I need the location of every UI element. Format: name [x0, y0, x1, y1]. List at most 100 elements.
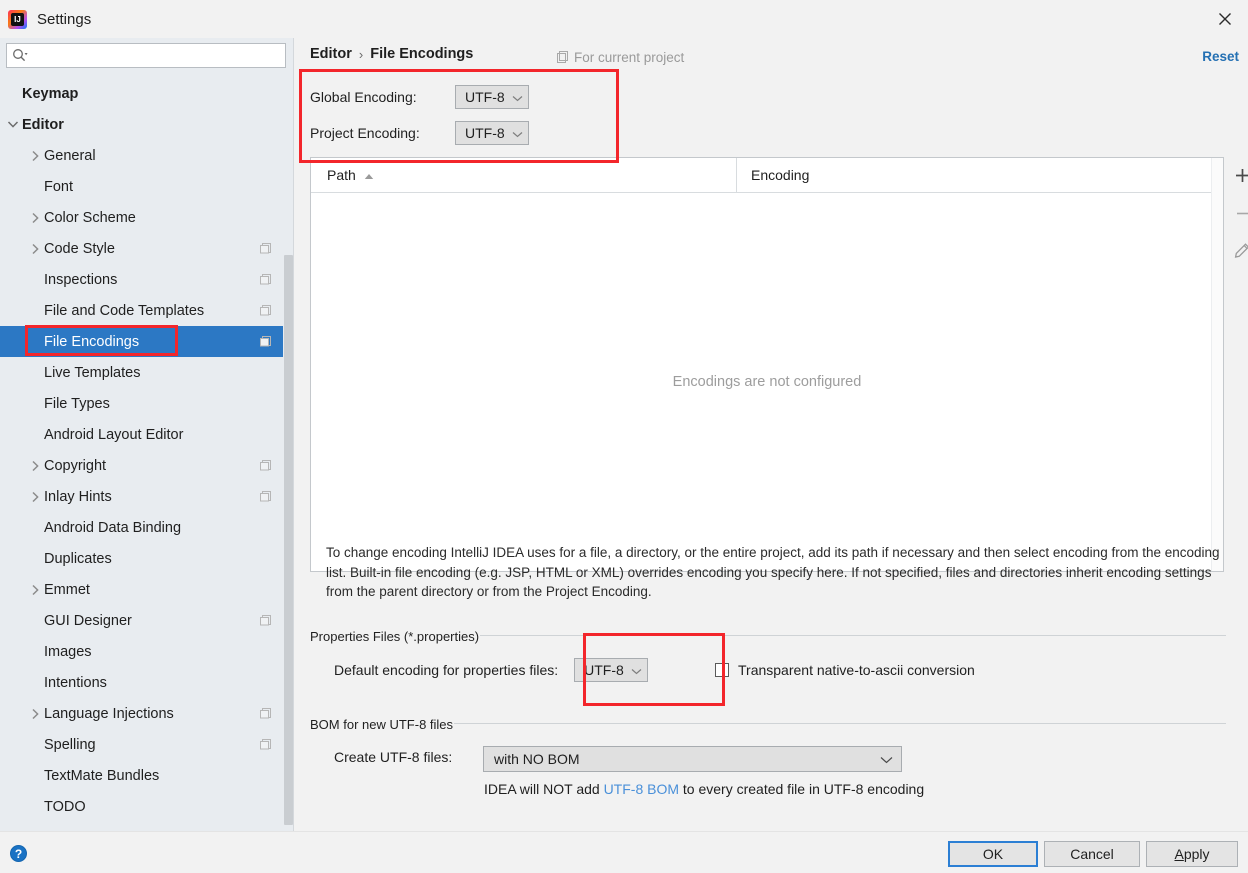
sidebar-item-label: Code Style: [44, 240, 115, 257]
settings-content-pane: Editor › File Encodings For current proj…: [294, 38, 1248, 831]
default-properties-encoding-dropdown[interactable]: UTF-8: [574, 658, 648, 682]
bom-hint-suffix: to every created file in UTF-8 encoding: [679, 781, 925, 797]
sidebar-item-keymap[interactable]: Keymap: [0, 78, 294, 109]
sidebar-item-label: Emmet: [44, 581, 90, 598]
settings-tree[interactable]: Keymap Editor General Font Color Scheme Code …: [0, 78, 294, 831]
global-encoding-label: Global Encoding:: [310, 89, 417, 105]
remove-icon[interactable]: [1229, 200, 1248, 226]
encodings-description: To change encoding IntelliJ IDEA uses fo…: [326, 545, 1220, 599]
sidebar-item-label: Intentions: [44, 674, 107, 691]
sidebar-item-label: TODO: [44, 798, 86, 815]
apply-button-label: pply: [1183, 846, 1210, 862]
encodings-table: Path Encoding Encodings are not configur…: [310, 157, 1224, 572]
sidebar-item-emmet[interactable]: Emmet: [0, 574, 294, 605]
project-encoding-dropdown[interactable]: UTF-8: [455, 121, 529, 145]
checkbox-box[interactable]: [715, 663, 729, 677]
create-utf8-files-dropdown[interactable]: with NO BOM: [483, 746, 902, 772]
cancel-button[interactable]: Cancel: [1044, 841, 1140, 867]
sidebar-item-file-types[interactable]: File Types: [0, 388, 294, 419]
sidebar-item-duplicates[interactable]: Duplicates: [0, 543, 294, 574]
sidebar-scrollbar-thumb[interactable]: [284, 255, 293, 825]
chevron-right-icon[interactable]: [26, 233, 44, 264]
chevron-right-icon[interactable]: [26, 698, 44, 729]
add-icon[interactable]: [1229, 162, 1248, 188]
table-toolbar: [1228, 157, 1248, 572]
sidebar-item-color-scheme[interactable]: Color Scheme: [0, 202, 294, 233]
sidebar-item-textmate-bundles[interactable]: TextMate Bundles: [0, 760, 294, 791]
help-icon[interactable]: ?: [10, 845, 27, 862]
chevron-right-icon[interactable]: [26, 140, 44, 171]
sidebar-item-images[interactable]: Images: [0, 636, 294, 667]
project-encoding-value: UTF-8: [465, 125, 505, 141]
edit-icon[interactable]: [1229, 238, 1248, 264]
column-header-path[interactable]: Path: [311, 167, 736, 183]
global-encoding-dropdown[interactable]: UTF-8: [455, 85, 529, 109]
apply-button-mnemonic: A: [1174, 846, 1184, 862]
sidebar-item-android-layout-editor[interactable]: Android Layout Editor: [0, 419, 294, 450]
close-icon[interactable]: [1202, 0, 1248, 38]
sidebar-item-font[interactable]: Font: [0, 171, 294, 202]
sidebar-item-gui-designer[interactable]: GUI Designer: [0, 605, 294, 636]
breadcrumb: Editor › File Encodings: [310, 46, 473, 62]
project-scope-icon: [557, 51, 568, 63]
sidebar-item-inspections[interactable]: Inspections: [0, 264, 294, 295]
sidebar-item-label: Inspections: [44, 271, 118, 288]
chevron-right-icon[interactable]: [26, 450, 44, 481]
chevron-down-icon[interactable]: [4, 109, 22, 140]
chevron-right-icon[interactable]: [26, 574, 44, 605]
sort-ascending-icon: [364, 167, 374, 183]
project-scope-icon: [260, 614, 272, 629]
sidebar-item-live-templates[interactable]: Live Templates: [0, 357, 294, 388]
bom-hint: IDEA will NOT add UTF-8 BOM to every cre…: [484, 781, 924, 797]
reset-link[interactable]: Reset: [1202, 49, 1239, 64]
global-encoding-row: Global Encoding: UTF-8: [310, 85, 529, 109]
sidebar-item-label: Keymap: [22, 85, 79, 102]
sidebar-item-inlay-hints[interactable]: Inlay Hints: [0, 481, 294, 512]
sidebar-item-file-encodings[interactable]: File Encodings: [0, 326, 294, 357]
sidebar-item-copyright[interactable]: Copyright: [0, 450, 294, 481]
sidebar-item-todo[interactable]: TODO: [0, 791, 294, 822]
sidebar-item-file-and-code-templates[interactable]: File and Code Templates: [0, 295, 294, 326]
ok-button[interactable]: OK: [948, 841, 1038, 867]
chevron-down-icon: [512, 125, 523, 141]
sidebar-item-label: File Types: [44, 395, 110, 412]
column-header-encoding-label: Encoding: [751, 167, 810, 183]
table-vertical-scrollbar[interactable]: [1211, 158, 1223, 571]
dialog-footer: ? OK Cancel Apply: [0, 831, 1248, 873]
search-box[interactable]: [6, 43, 286, 68]
sidebar-item-editor[interactable]: Editor: [0, 109, 294, 140]
bom-hint-prefix: IDEA will NOT add: [484, 781, 604, 797]
sidebar-item-label: GUI Designer: [44, 612, 132, 629]
properties-group-rule: [480, 635, 1226, 636]
sidebar-item-label: Inlay Hints: [44, 488, 112, 505]
project-scope-icon: [260, 242, 272, 257]
project-scope-icon: [260, 490, 272, 505]
sidebar-item-label: Live Templates: [44, 364, 141, 381]
chevron-right-icon[interactable]: [26, 202, 44, 233]
sidebar-item-label: Language Injections: [44, 705, 174, 722]
sidebar-item-general[interactable]: General: [0, 140, 294, 171]
column-header-encoding[interactable]: Encoding: [736, 157, 1223, 193]
sidebar-item-android-data-binding[interactable]: Android Data Binding: [0, 512, 294, 543]
table-empty-message: Encodings are not configured: [672, 374, 862, 390]
sidebar-item-label: Duplicates: [44, 550, 112, 567]
chevron-down-icon: [512, 89, 523, 105]
sidebar-item-label: Copyright: [44, 457, 107, 474]
sidebar-item-spelling[interactable]: Spelling: [0, 729, 294, 760]
project-scope-icon: [260, 707, 272, 722]
table-header-row: Path Encoding: [311, 157, 1223, 193]
sidebar-item-language-injections[interactable]: Language Injections: [0, 698, 294, 729]
window-titlebar: IJ Settings: [0, 0, 1248, 38]
sidebar-item-label: Font: [44, 178, 74, 195]
create-utf8-files-label: Create UTF-8 files:: [334, 749, 453, 765]
sidebar-item-code-style[interactable]: Code Style: [0, 233, 294, 264]
chevron-right-icon[interactable]: [26, 481, 44, 512]
global-encoding-value: UTF-8: [465, 89, 505, 105]
utf8-bom-link[interactable]: UTF-8 BOM: [604, 781, 679, 797]
sidebar-item-intentions[interactable]: Intentions: [0, 667, 294, 698]
apply-button[interactable]: Apply: [1146, 841, 1238, 867]
breadcrumb-parent[interactable]: Editor: [310, 46, 352, 62]
project-encoding-label: Project Encoding:: [310, 125, 420, 141]
transparent-native-to-ascii-checkbox[interactable]: Transparent native-to-ascii conversion: [715, 662, 975, 678]
search-input[interactable]: [29, 45, 274, 66]
